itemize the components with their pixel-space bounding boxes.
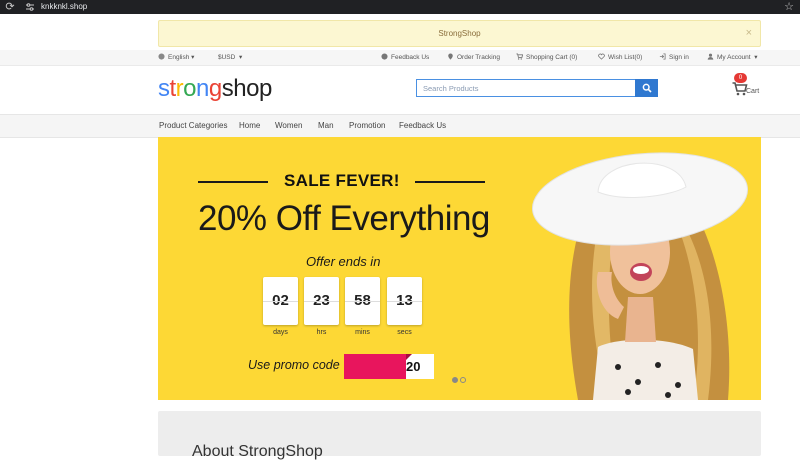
user-icon bbox=[707, 53, 714, 60]
nav-man[interactable]: Man bbox=[318, 115, 334, 137]
search-form bbox=[416, 79, 658, 97]
countdown-seconds: 13 bbox=[387, 277, 422, 325]
site-logo[interactable]: strongshop bbox=[158, 73, 272, 105]
site-info-icon[interactable] bbox=[25, 2, 35, 12]
main-nav: Product Categories Home Women Man Promot… bbox=[0, 114, 800, 138]
hero-banner[interactable]: SALE FEVER! 20% Off Everything Offer end… bbox=[158, 137, 761, 400]
banner-headline: 20% Off Everything bbox=[198, 199, 490, 238]
countdown-label: mins bbox=[355, 329, 370, 336]
countdown-hours: 23 bbox=[304, 277, 339, 325]
countdown-label: days bbox=[273, 329, 288, 336]
currency-selector[interactable]: $USD ▾ bbox=[218, 50, 242, 65]
nav-product-categories[interactable]: Product Categories bbox=[159, 115, 227, 137]
cart-icon bbox=[516, 53, 523, 60]
notice-text: StrongShop bbox=[438, 29, 481, 38]
logo-letter: g bbox=[208, 75, 222, 102]
carousel-dot-2[interactable] bbox=[460, 377, 466, 383]
carousel-dot-1[interactable] bbox=[452, 377, 458, 383]
wishlist-link[interactable]: Wish List(0) bbox=[598, 50, 642, 65]
shopping-cart-label: Shopping Cart (0) bbox=[526, 54, 578, 61]
countdown-label: secs bbox=[397, 329, 412, 336]
promo-code-value: 20 bbox=[406, 359, 421, 374]
sign-in-link[interactable]: Sign in bbox=[659, 50, 689, 65]
nav-home[interactable]: Home bbox=[239, 115, 260, 137]
shopping-cart-link[interactable]: Shopping Cart (0) bbox=[516, 50, 577, 65]
language-label: English bbox=[168, 54, 190, 61]
close-icon[interactable]: × bbox=[746, 21, 752, 45]
countdown-days: 02 bbox=[263, 277, 298, 325]
banner-sale-title: SALE FEVER! bbox=[284, 171, 400, 190]
sign-in-label: Sign in bbox=[669, 54, 689, 61]
nav-women[interactable]: Women bbox=[275, 115, 302, 137]
site-notice: StrongShop × bbox=[158, 20, 761, 47]
promo-code-box: 20 bbox=[344, 354, 434, 379]
currency-label: $USD bbox=[218, 54, 236, 61]
nav-promotion[interactable]: Promotion bbox=[349, 115, 385, 137]
wishlist-label: Wish List(0) bbox=[608, 54, 643, 61]
header-cart[interactable]: 0 Cart bbox=[728, 73, 764, 101]
logo-letter: o bbox=[183, 75, 197, 102]
order-tracking-link[interactable]: Order Tracking bbox=[447, 50, 500, 65]
search-icon bbox=[642, 83, 652, 93]
my-account-menu[interactable]: My Account ▾ bbox=[707, 50, 757, 65]
countdown-minutes: 58 bbox=[345, 277, 380, 325]
reload-icon[interactable]: ⟳ bbox=[4, 1, 16, 13]
promo-code-text: Use promo code bbox=[248, 358, 340, 372]
model-image bbox=[531, 152, 749, 400]
search-button[interactable] bbox=[635, 79, 658, 97]
heart-icon bbox=[598, 53, 605, 60]
banner-rule bbox=[415, 181, 485, 183]
globe-icon bbox=[158, 53, 165, 60]
search-input[interactable] bbox=[416, 79, 635, 97]
about-section: About StrongShop bbox=[158, 411, 761, 460]
browser-toolbar: ⟳ knkknkl.shop ☆ bbox=[0, 0, 800, 14]
logo-letter: s bbox=[158, 75, 170, 102]
logo-text: shop bbox=[221, 75, 273, 102]
cart-count-badge: 0 bbox=[734, 73, 747, 83]
feedback-label: Feedback Us bbox=[391, 54, 430, 61]
sign-in-icon bbox=[659, 53, 666, 60]
language-selector[interactable]: English ▾ bbox=[158, 50, 194, 65]
banner-offer-text: Offer ends in bbox=[306, 254, 381, 269]
address-bar-url[interactable]: knkknkl.shop bbox=[41, 1, 87, 13]
map-pin-icon bbox=[448, 53, 453, 60]
about-heading: About StrongShop bbox=[192, 443, 323, 460]
promo-code-mask bbox=[344, 354, 412, 379]
nav-feedback[interactable]: Feedback Us bbox=[399, 115, 446, 137]
logo-letter: n bbox=[196, 75, 209, 102]
feedback-icon bbox=[381, 53, 388, 60]
banner-rule bbox=[198, 181, 268, 183]
cart-label: Cart bbox=[746, 88, 760, 95]
countdown-label: hrs bbox=[316, 329, 327, 336]
my-account-label: My Account bbox=[717, 54, 751, 61]
bookmark-star-icon[interactable]: ☆ bbox=[784, 0, 794, 14]
order-tracking-label: Order Tracking bbox=[457, 54, 500, 61]
feedback-link[interactable]: Feedback Us bbox=[381, 50, 429, 65]
top-links-bar: English ▾ $USD ▾ Feedback Us Order Track… bbox=[0, 50, 800, 66]
